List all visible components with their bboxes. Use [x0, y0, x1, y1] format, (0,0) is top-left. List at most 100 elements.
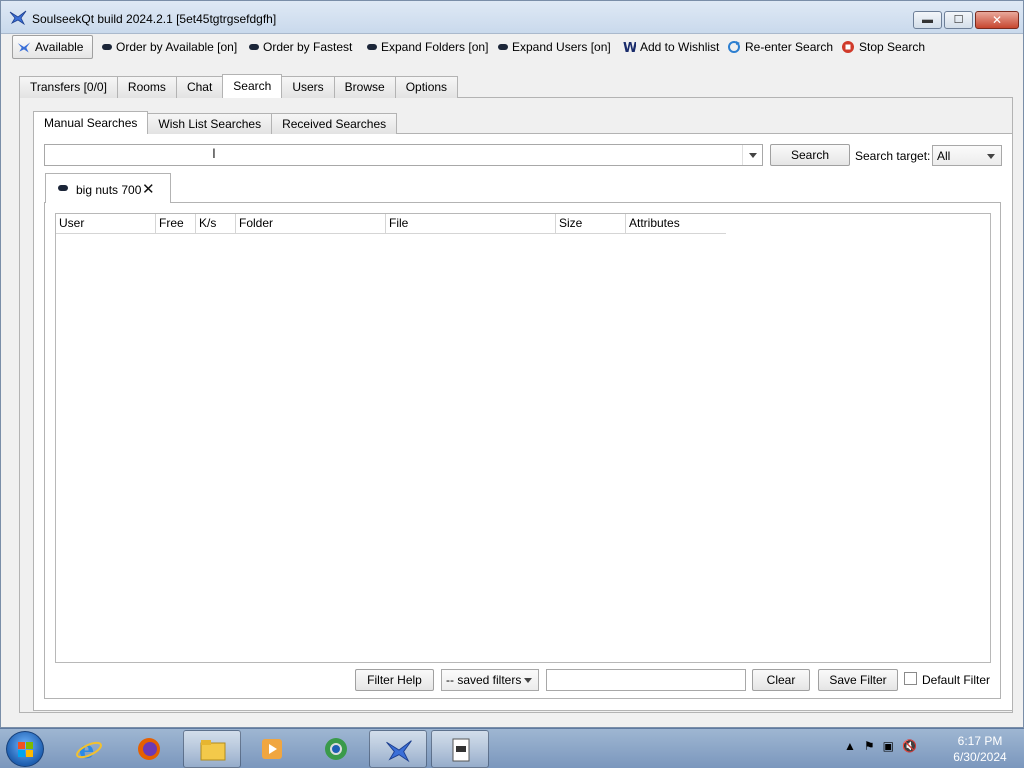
- filter-help-button[interactable]: Filter Help: [355, 669, 434, 691]
- chevron-down-icon: [987, 154, 995, 159]
- action-center-flag-icon[interactable]: ⚑: [864, 739, 875, 753]
- search-target-label: Search target:: [855, 149, 931, 163]
- minimize-icon: ▬: [922, 14, 933, 26]
- search-result-tab-label: big nuts 700: [76, 183, 142, 197]
- folder-icon: [200, 740, 226, 761]
- tab-manual-searches[interactable]: Manual Searches: [33, 111, 149, 134]
- taskbar-firefox[interactable]: [120, 730, 178, 768]
- start-button[interactable]: [6, 731, 44, 767]
- column-header-size[interactable]: Size: [556, 214, 626, 233]
- taskbar-chrome[interactable]: [307, 730, 365, 768]
- tab-search[interactable]: Search: [222, 74, 283, 98]
- clock-date: 6/30/2024: [953, 750, 1007, 764]
- expand-folders-label: Expand Folders [on]: [381, 40, 489, 54]
- expand-users-button[interactable]: Expand Users [on]: [498, 36, 611, 58]
- expand-users-label: Expand Users [on]: [512, 40, 611, 54]
- close-icon: ✕: [991, 13, 1003, 27]
- app-window: SoulseekQt build 2024.2.1 [5et45tgtrgsef…: [0, 0, 1024, 728]
- order-by-fastest-button[interactable]: Order by Fastest: [249, 36, 352, 58]
- reenter-search-button[interactable]: Re-enter Search: [727, 36, 833, 58]
- volume-muted-icon[interactable]: 🔇: [902, 739, 917, 753]
- search-combobox[interactable]: [44, 144, 763, 166]
- expand-folders-button[interactable]: Expand Folders [on]: [367, 36, 488, 58]
- toggle-pill-icon: [498, 44, 508, 50]
- save-filter-button[interactable]: Save Filter: [818, 669, 898, 691]
- available-label: Available: [35, 40, 84, 54]
- refresh-icon: [728, 41, 740, 53]
- taskbar-document[interactable]: [431, 730, 489, 768]
- stop-search-button[interactable]: Stop Search: [841, 36, 925, 58]
- soulseek-bird-icon: [9, 10, 27, 25]
- svg-text:W: W: [623, 41, 636, 54]
- tab-options[interactable]: Options: [394, 76, 459, 98]
- wishlist-w-icon: W: [623, 41, 636, 54]
- taskbar-internet-explorer[interactable]: e: [60, 730, 118, 768]
- tab-transfers[interactable]: Transfers [0/0]: [19, 76, 118, 98]
- column-header-file[interactable]: File: [386, 214, 556, 233]
- order-by-fastest-label: Order by Fastest: [263, 40, 353, 54]
- tab-rooms[interactable]: Rooms: [116, 76, 177, 98]
- result-status-icon: [58, 185, 68, 191]
- firefox-icon: [138, 738, 160, 760]
- search-target-value: All: [937, 149, 951, 163]
- search-target-select[interactable]: All: [932, 145, 1002, 166]
- search-button[interactable]: Search: [770, 144, 850, 166]
- show-hidden-icons-icon[interactable]: ▲: [844, 739, 856, 753]
- order-by-available-button[interactable]: Order by Available [on]: [102, 36, 237, 58]
- toggle-pill-icon: [249, 44, 259, 50]
- close-tab-icon[interactable]: ✕: [142, 180, 155, 198]
- tab-received-searches[interactable]: Received Searches: [271, 113, 398, 134]
- toggle-pill-icon: [367, 44, 377, 50]
- saved-filters-value: -- saved filters: [446, 673, 522, 687]
- table-header: User Free K/s Folder File Size Attribute…: [56, 214, 726, 234]
- taskbar-media-player[interactable]: [243, 730, 301, 768]
- stop-search-label: Stop Search: [859, 40, 926, 54]
- clear-filter-button[interactable]: Clear: [752, 669, 810, 691]
- search-input[interactable]: [45, 145, 745, 165]
- windows-logo-icon: [18, 742, 33, 757]
- maximize-button[interactable]: ☐: [944, 11, 973, 29]
- minimize-button[interactable]: ▬: [913, 11, 942, 29]
- taskbar: e ▲ ⚑ ▣ 🔇 6:17 PM 6/30/2024: [0, 728, 1024, 768]
- default-filter-label: Default Filter: [922, 673, 991, 687]
- tab-browse[interactable]: Browse: [333, 76, 396, 98]
- text-cursor-icon: I: [212, 145, 216, 161]
- tab-wish-list-searches[interactable]: Wish List Searches: [147, 113, 273, 134]
- title-bar[interactable]: SoulseekQt build 2024.2.1 [5et45tgtrgsef…: [1, 1, 1023, 34]
- saved-filters-select[interactable]: -- saved filters: [441, 669, 539, 691]
- search-sub-tabs: Manual Searches Wish List Searches Recei…: [33, 111, 398, 134]
- window-title: SoulseekQt build 2024.2.1 [5et45tgtrgsef…: [32, 12, 277, 26]
- column-header-free[interactable]: Free: [156, 214, 196, 233]
- close-button[interactable]: ✕: [975, 11, 1019, 29]
- default-filter-checkbox[interactable]: [904, 672, 917, 685]
- document-icon: [452, 738, 470, 762]
- reenter-search-label: Re-enter Search: [745, 40, 834, 54]
- column-header-kps[interactable]: K/s: [196, 214, 236, 233]
- taskbar-file-explorer[interactable]: [183, 730, 241, 768]
- results-table[interactable]: User Free K/s Folder File Size Attribute…: [55, 213, 991, 663]
- tab-chat[interactable]: Chat: [175, 76, 224, 98]
- column-header-attributes[interactable]: Attributes: [626, 214, 726, 233]
- add-to-wishlist-button[interactable]: W Add to Wishlist: [622, 36, 719, 58]
- network-icon[interactable]: ▣: [883, 739, 894, 753]
- search-result-tab[interactable]: big nuts 700 ✕: [45, 173, 171, 203]
- soulseek-bird-icon: [386, 740, 412, 763]
- column-header-user[interactable]: User: [56, 214, 156, 233]
- system-tray: ▲ ⚑ ▣ 🔇: [844, 739, 917, 753]
- available-button[interactable]: Available: [12, 35, 93, 59]
- chevron-down-icon: [524, 678, 532, 683]
- internet-explorer-icon: e: [76, 736, 102, 762]
- stop-icon: [842, 41, 854, 53]
- add-to-wishlist-label: Add to Wishlist: [640, 40, 720, 54]
- media-player-icon: [262, 739, 282, 759]
- taskbar-soulseek[interactable]: [369, 730, 427, 768]
- chrome-icon: [325, 738, 347, 760]
- toggle-pill-icon: [102, 44, 112, 50]
- taskbar-clock[interactable]: 6:17 PM 6/30/2024: [940, 733, 1020, 765]
- filter-input[interactable]: [546, 669, 746, 691]
- clock-time: 6:17 PM: [957, 734, 1003, 748]
- maximize-icon: ☐: [953, 14, 964, 26]
- tab-users[interactable]: Users: [281, 76, 335, 98]
- search-history-dropdown-icon[interactable]: [742, 145, 762, 165]
- column-header-folder[interactable]: Folder: [236, 214, 386, 233]
